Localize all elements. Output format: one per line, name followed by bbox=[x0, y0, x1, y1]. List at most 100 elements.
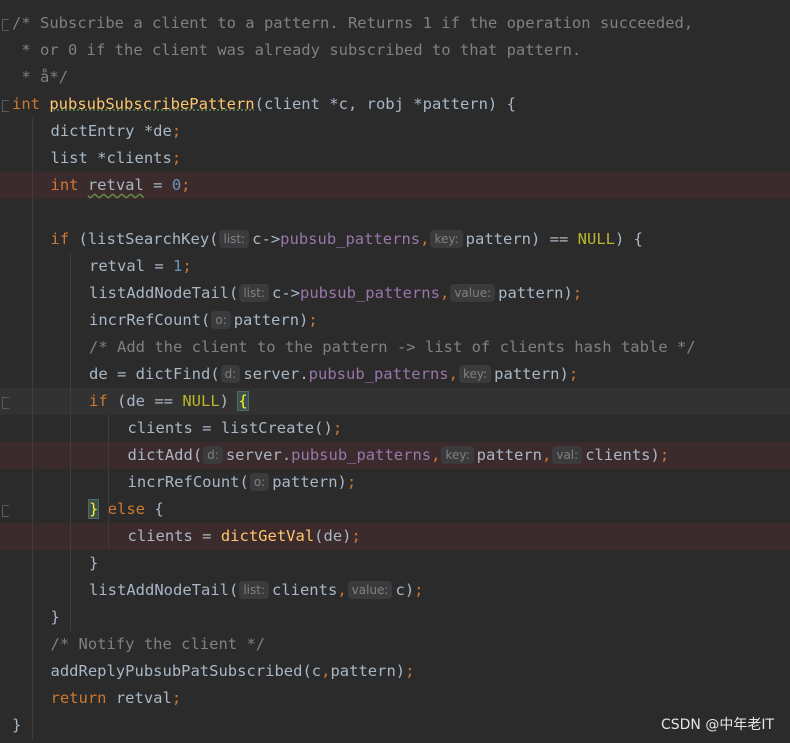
code-token-punct: , bbox=[337, 581, 347, 599]
code-line[interactable]: dictEntry *de; bbox=[0, 118, 790, 145]
fold-icon[interactable] bbox=[2, 397, 9, 409]
code-token-ident: c-> bbox=[252, 230, 281, 248]
code-token-punct: ; bbox=[171, 149, 182, 167]
code-line[interactable]: } bbox=[0, 604, 790, 631]
code-token-comment: * or 0 if the client was already subscri… bbox=[12, 41, 582, 59]
code-token-ident: de = dictFind( bbox=[89, 365, 220, 383]
code-line[interactable]: } else { bbox=[0, 496, 790, 523]
code-line[interactable]: return retval; bbox=[0, 685, 790, 712]
code-line-content: } bbox=[89, 550, 98, 577]
code-line[interactable]: listAddNodeTail(list: c->pubsub_patterns,… bbox=[0, 280, 790, 307]
code-token-comment: /* Add the client to the pattern -> list… bbox=[89, 338, 696, 356]
code-line[interactable] bbox=[0, 199, 790, 226]
code-token-punct: ; bbox=[414, 581, 424, 599]
code-token-ident: (de == bbox=[117, 392, 183, 410]
code-token-punct: ; bbox=[568, 365, 579, 383]
code-token-keyword: int bbox=[50, 176, 88, 194]
code-token-comment: /* Subscribe a client to a pattern. Retu… bbox=[12, 14, 694, 32]
fold-icon[interactable] bbox=[2, 100, 9, 112]
code-token-ident: clients) bbox=[585, 446, 660, 464]
code-token-ident: (de) bbox=[314, 527, 352, 545]
code-token-field: pubsub_patterns bbox=[308, 365, 449, 383]
code-token-ident: pattern) == bbox=[465, 230, 578, 248]
code-line-content: /* Add the client to the pattern -> list… bbox=[89, 334, 696, 361]
code-token-ident: incrRefCount( bbox=[89, 311, 211, 329]
code-token-punct: ; bbox=[182, 257, 192, 275]
code-token-comment: * å*/ bbox=[12, 68, 68, 86]
code-line[interactable]: } bbox=[0, 550, 790, 577]
code-line[interactable]: * å*/ bbox=[0, 64, 790, 91]
code-token-punct: ; bbox=[405, 662, 415, 680]
parameter-hint: key: bbox=[458, 365, 492, 383]
parameter-hint: val: bbox=[552, 446, 583, 464]
code-editor[interactable]: /* Subscribe a client to a pattern. Retu… bbox=[0, 0, 790, 743]
code-line[interactable]: de = dictFind(d: server.pubsub_patterns, k… bbox=[0, 361, 790, 388]
code-line-content: int pubsubSubscribePattern(client *c, ro… bbox=[12, 91, 516, 118]
code-line[interactable]: /* Subscribe a client to a pattern. Retu… bbox=[0, 10, 790, 37]
code-token-punct: ; bbox=[171, 689, 182, 707]
parameter-hint: list: bbox=[219, 230, 250, 248]
code-token-ident: dictEntry *de bbox=[50, 122, 172, 140]
code-line-content: clients = listCreate(); bbox=[128, 415, 343, 442]
indent-guide bbox=[70, 253, 71, 631]
code-line[interactable]: int pubsubSubscribePattern(client *c, ro… bbox=[0, 91, 790, 118]
code-line[interactable]: dictAdd(d: server.pubsub_patterns, key: pat… bbox=[0, 442, 790, 469]
code-token-ident: c) bbox=[395, 581, 415, 599]
code-token-ident: dictAdd( bbox=[127, 446, 203, 464]
code-token-fn-decl: pubsubSubscribePattern bbox=[49, 95, 255, 113]
code-line[interactable]: clients = listCreate(); bbox=[0, 415, 790, 442]
code-line-content: /* Notify the client */ bbox=[51, 631, 266, 658]
code-token-ident: ) { bbox=[614, 230, 643, 248]
parameter-hint: key: bbox=[441, 446, 474, 464]
code-token-ident: pattern) bbox=[494, 365, 569, 383]
code-line[interactable]: addReplyPubsubPatSubscribed(c,pattern); bbox=[0, 658, 790, 685]
code-token-fn: dictGetVal bbox=[220, 527, 315, 545]
code-line[interactable]: list *clients; bbox=[0, 145, 790, 172]
indent-guide bbox=[108, 415, 109, 550]
code-line[interactable]: clients = dictGetVal(de); bbox=[0, 523, 790, 550]
code-line-content: dictAdd(d: server.pubsub_patterns, key: pat… bbox=[127, 442, 669, 469]
code-token-keyword: if bbox=[50, 230, 79, 248]
code-token-ident: pattern) bbox=[498, 284, 573, 302]
code-token-ident: { bbox=[154, 500, 164, 518]
code-line[interactable]: if (listSearchKey(list: c->pubsub_pattern… bbox=[0, 226, 790, 253]
code-token-ident: incrRefCount( bbox=[127, 473, 249, 491]
code-line[interactable]: * or 0 if the client was already subscri… bbox=[0, 37, 790, 64]
code-line[interactable]: retval = 1; bbox=[0, 253, 790, 280]
code-line-content: } else { bbox=[87, 496, 164, 523]
code-line[interactable]: /* Notify the client */ bbox=[0, 631, 790, 658]
code-line-content: if (listSearchKey(list: c->pubsub_pattern… bbox=[51, 226, 643, 253]
code-token-ident: } bbox=[50, 608, 60, 626]
code-line-content: incrRefCount(o: pattern); bbox=[127, 469, 356, 496]
code-token-keyword: else bbox=[98, 500, 155, 518]
code-token-ident: clients = bbox=[127, 527, 221, 545]
code-token-punct: , bbox=[420, 230, 430, 248]
code-token-ident: list *clients bbox=[50, 149, 172, 167]
code-line[interactable]: incrRefCount(o: pattern); bbox=[0, 469, 790, 496]
parameter-hint: list: bbox=[239, 284, 269, 302]
parameter-hint: value: bbox=[347, 581, 393, 599]
code-token-punct: ; bbox=[332, 419, 343, 437]
code-token-punct: ; bbox=[171, 122, 182, 140]
code-token-ident: c-> bbox=[271, 284, 300, 302]
code-token-punct: ; bbox=[572, 284, 583, 302]
parameter-hint: list: bbox=[239, 581, 269, 599]
code-line[interactable]: if (de == NULL) { bbox=[0, 388, 790, 415]
code-line-content: dictEntry *de; bbox=[51, 118, 182, 145]
code-token-ident: addReplyPubsubPatSubscribed(c bbox=[50, 662, 322, 680]
code-token-num: 1 bbox=[173, 257, 183, 275]
code-line[interactable]: int retval = 0; bbox=[0, 172, 790, 199]
code-token-comment: /* Notify the client */ bbox=[50, 635, 266, 653]
code-token-punct: ; bbox=[181, 176, 191, 194]
code-token-ident: retval = bbox=[89, 257, 173, 275]
code-line-content: incrRefCount(o: pattern); bbox=[89, 307, 318, 334]
fold-icon[interactable] bbox=[2, 19, 9, 31]
code-line[interactable]: listAddNodeTail(list: clients, value: c); bbox=[0, 577, 790, 604]
code-line[interactable]: incrRefCount(o: pattern); bbox=[0, 307, 790, 334]
code-token-ident: } bbox=[89, 554, 99, 572]
code-line-content: list *clients; bbox=[51, 145, 182, 172]
code-line[interactable]: /* Add the client to the pattern -> list… bbox=[0, 334, 790, 361]
code-token-ident: pattern) bbox=[330, 662, 406, 680]
fold-icon[interactable] bbox=[2, 505, 9, 517]
code-line-content: clients = dictGetVal(de); bbox=[128, 523, 361, 550]
